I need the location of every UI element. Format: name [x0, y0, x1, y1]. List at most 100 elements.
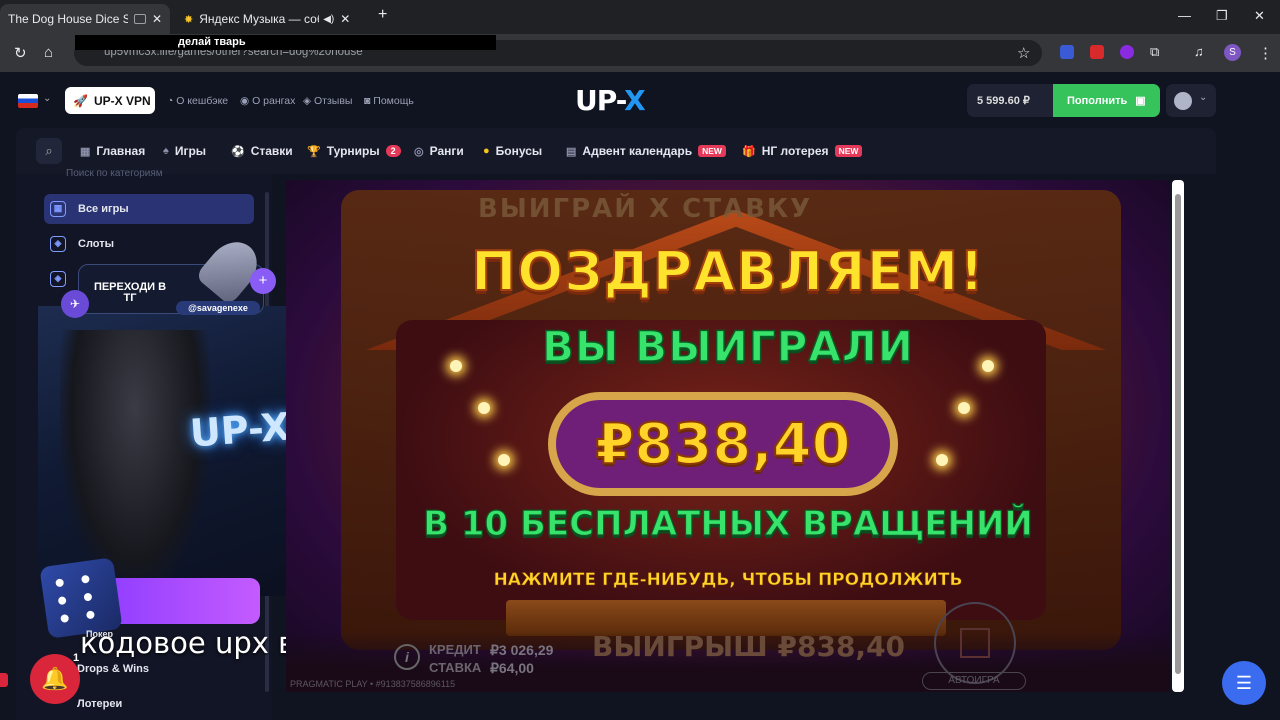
media-control-icon[interactable]: ♫	[1194, 44, 1204, 59]
vpn-button[interactable]: 🚀 UP-X VPN	[65, 87, 155, 114]
medal-icon: ◎	[414, 145, 424, 158]
nav-home[interactable]: ▦ Главная	[80, 144, 145, 158]
new-tag: NEW	[834, 145, 863, 157]
extension-icon[interactable]	[1090, 45, 1104, 59]
dice-icon: ◈	[50, 271, 66, 287]
tournaments-badge: 2	[385, 145, 401, 157]
menu-kebab-icon[interactable]: ⋮	[1258, 44, 1273, 62]
plus-icon: +	[250, 268, 276, 294]
extension-icon[interactable]	[1060, 45, 1074, 59]
coin-icon: ●	[483, 145, 490, 157]
side-tab[interactable]	[0, 673, 8, 687]
reload-icon[interactable]: ↻	[14, 44, 27, 62]
nav-games[interactable]: ♠ Игры	[163, 144, 206, 158]
cup-icon: 🏆	[307, 145, 321, 158]
puzzle-icon[interactable]: ⧉	[1150, 44, 1159, 60]
header-link-cashback[interactable]: ◔ О кешбэке	[167, 95, 228, 107]
deposit-label: Пополнить	[1067, 94, 1128, 107]
bulb-icon	[498, 454, 510, 466]
info-icon[interactable]: i	[394, 644, 420, 670]
notification-count: 1	[73, 652, 80, 664]
ball-icon: ⚽	[231, 145, 245, 158]
chevron-down-icon[interactable]: ⌄	[43, 93, 51, 104]
speaker-icon: ◀)	[323, 13, 335, 25]
win-amount: ₽838,40	[594, 411, 851, 478]
chat-icon[interactable]: ☰	[1222, 661, 1266, 705]
nav-bets[interactable]: ⚽ Ставки	[231, 144, 293, 158]
bulb-icon	[478, 402, 490, 414]
tab-yandex-music[interactable]: ✸ Яндекс Музыка — собирае ◀) ✕	[176, 4, 366, 34]
game-top-banner: ВЫИГРАЙ X СТАВКУ	[478, 194, 813, 224]
extension-icon[interactable]	[1120, 45, 1134, 59]
sidebar-item-lotteries[interactable]: Лотереи	[77, 698, 122, 710]
new-tag: NEW	[698, 145, 726, 157]
bulb-icon	[936, 454, 948, 466]
telegram-handle: @savagenexe	[176, 301, 260, 315]
chevron-down-icon: ⌄	[1199, 92, 1208, 103]
nav-label: Игры	[174, 144, 207, 158]
tab-dog-house[interactable]: The Dog House Dice Show ✕	[0, 4, 170, 34]
link-label: О кешбэке	[176, 95, 229, 107]
grid-icon: ▦	[50, 201, 66, 217]
header-link-help[interactable]: ◙ Помощь	[364, 95, 414, 107]
nav-lottery[interactable]: 🎁 НГ лотерея NEW	[742, 144, 863, 158]
close-window-button[interactable]: ✕	[1254, 8, 1265, 24]
game-footer: PRAGMATIC PLAY • #913837586896115	[290, 679, 456, 689]
slot-icon: ◈	[50, 236, 66, 252]
upx-logo[interactable]: UP-X	[575, 84, 646, 117]
nav-label: Ранги	[429, 144, 464, 158]
maximize-button[interactable]: ❐	[1216, 8, 1228, 24]
link-label: О рангах	[252, 95, 296, 107]
sidebar-item-drops-wins[interactable]: Drops & Wins	[77, 663, 149, 675]
win-display: ВЫИГРЫШ ₽838,40	[592, 630, 906, 663]
category-search-input[interactable]: Поиск по категориям	[66, 168, 163, 179]
congrats-title: ПОЗДРАВЛЯЕМ!	[470, 239, 985, 304]
nav-label: Ставки	[250, 144, 293, 158]
overlay-caption: делай тварь	[178, 36, 246, 48]
nav-label: Турниры	[326, 144, 380, 158]
sidebar-item-all-games[interactable]: ▦ Все игры	[44, 194, 254, 224]
header-link-reviews[interactable]: ◈ Отзывы	[303, 95, 352, 107]
nav-tournaments[interactable]: 🏆 Турниры 2	[307, 144, 401, 158]
nav-advent[interactable]: ▤ Адвент календарь NEW	[566, 144, 726, 158]
sidebar-item-icon-only[interactable]: ◈	[44, 264, 74, 294]
tab-title: Яндекс Музыка — собирае	[199, 12, 319, 26]
nav-label: Адвент календарь	[582, 144, 693, 158]
nav-ranks[interactable]: ◎ Ранги	[414, 144, 464, 158]
sidebar-label: Все игры	[78, 203, 129, 215]
russia-flag-icon[interactable]	[18, 94, 38, 108]
search-icon[interactable]: ⌕	[36, 138, 62, 164]
telegram-icon: ✈	[61, 290, 89, 318]
wallet-icon: ▣	[1135, 95, 1146, 107]
game-scrollbar[interactable]	[1172, 180, 1184, 692]
you-won-text: ВЫ ВЫИГРАЛИ	[541, 321, 914, 372]
nav-label: НГ лотерея	[761, 144, 829, 158]
bookmark-star-icon[interactable]: ☆	[1017, 44, 1030, 62]
user-menu-button[interactable]: ⌄	[1166, 84, 1216, 117]
logo-main: UP-	[575, 84, 625, 117]
telegram-promo-text: ПЕРЕХОДИ В ТГ	[93, 281, 167, 304]
link-label: Отзывы	[314, 95, 353, 107]
header-link-ranks[interactable]: ◉ О рангах	[240, 95, 295, 107]
redaction-bar	[75, 35, 496, 50]
game-frame[interactable]: ВЫИГРАЙ X СТАВКУ ПОЗДРАВЛЯЕМ! ВЫ ВЫИГРАЛ…	[286, 180, 1170, 692]
logo-accent: X	[624, 84, 646, 117]
close-tab-icon[interactable]: ✕	[152, 12, 162, 26]
sidebar-label: Слоты	[78, 238, 115, 250]
spade-icon: ♠	[163, 145, 169, 157]
cast-icon	[133, 14, 146, 24]
nav-label: Главная	[96, 144, 146, 158]
deposit-button[interactable]: Пополнить ▣	[1053, 84, 1160, 117]
credit-value: ₽3 026,29	[490, 642, 554, 658]
bet-label: СТАВКА	[429, 660, 482, 675]
home-icon[interactable]: ⌂	[44, 44, 53, 61]
autoplay-button[interactable]: АВТОИГРА	[922, 672, 1026, 690]
new-tab-button[interactable]: +	[378, 6, 387, 24]
minimize-button[interactable]: —	[1178, 8, 1191, 23]
balance-display: 5 599.60 ₽	[967, 84, 1053, 117]
profile-avatar[interactable]: S	[1224, 44, 1241, 61]
close-tab-icon[interactable]: ✕	[340, 12, 350, 26]
nav-bonuses[interactable]: ● Бонусы	[483, 144, 542, 158]
user-avatar-icon	[1174, 92, 1192, 110]
calendar-icon: ▤	[566, 145, 577, 158]
